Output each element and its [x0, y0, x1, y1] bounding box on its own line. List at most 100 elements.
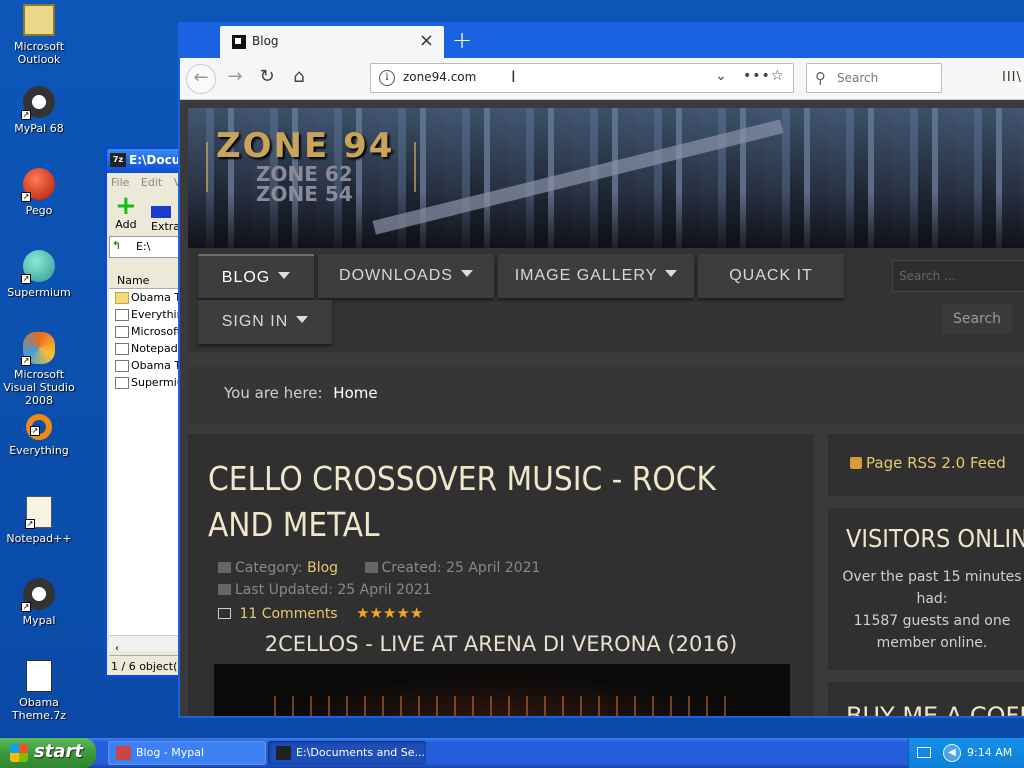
- tab-blog[interactable]: Blog ×: [220, 26, 444, 58]
- nav-label: SIGN IN: [221, 313, 289, 330]
- rss-link[interactable]: Page RSS 2.0 Feed: [850, 454, 1006, 472]
- reload-button[interactable]: ↻: [254, 66, 280, 87]
- desktop-icon-label: Microsoft Outlook: [13, 40, 65, 66]
- page-actions-icon[interactable]: •••: [743, 68, 771, 84]
- logo-sub-line-1: ZONE 62: [256, 162, 353, 186]
- search-icon: ⚲: [815, 69, 826, 87]
- address-value: E:\: [136, 240, 151, 253]
- nav-item-quack-it[interactable]: QUACK IT: [698, 254, 844, 298]
- add-label: Add: [115, 218, 137, 231]
- category-link[interactable]: Blog: [307, 560, 338, 576]
- desktop-icon-notepadpp[interactable]: ↗ Notepad++: [0, 496, 78, 545]
- new-tab-button[interactable]: +: [452, 26, 472, 54]
- close-tab-icon[interactable]: ×: [419, 30, 434, 51]
- chevron-down-icon[interactable]: ⌄: [715, 68, 727, 84]
- caret-down-icon: [665, 270, 678, 277]
- desktop-icon-outlook[interactable]: Microsoft Outlook: [0, 4, 78, 66]
- back-button[interactable]: ←: [186, 64, 216, 94]
- desktop-icon-supermium[interactable]: ↗ Supermium: [0, 250, 78, 299]
- bookmark-star-icon[interactable]: ☆: [771, 68, 784, 84]
- nav-label: BLOG: [221, 269, 271, 286]
- file-icon: [115, 343, 129, 355]
- rating-stars[interactable]: ★★★★★: [356, 604, 423, 622]
- forward-button[interactable]: →: [222, 66, 248, 87]
- site-banner[interactable]: ZONE 94 ZONE 62 ZONE 54: [188, 108, 1024, 248]
- desktop-icon-obama-theme[interactable]: Obama Theme.7z: [0, 660, 78, 722]
- supermium-icon: ↗: [21, 250, 55, 284]
- taskbar: start Blog - Mypal E:\Documents and Se..…: [0, 738, 1024, 768]
- url-bar[interactable]: i zone94.com I ⌄ ••• ☆: [370, 63, 794, 93]
- visual-studio-icon: ↗: [21, 332, 55, 366]
- file-icon: [115, 377, 129, 389]
- add-button[interactable]: + Add: [115, 193, 137, 231]
- desktop-icon-label: MyPal 68: [14, 122, 64, 135]
- nav-item-sign-in[interactable]: SIGN IN: [198, 300, 332, 344]
- breadcrumb-home[interactable]: Home: [333, 384, 377, 402]
- site-nav: BLOG DOWNLOADS IMAGE GALLERY QUACK IT SI…: [188, 248, 1024, 352]
- browser-search-field[interactable]: ⚲ Search: [806, 63, 942, 93]
- site-search-input[interactable]: Search ...: [892, 260, 1024, 292]
- article-meta-line-1: Category: Blog Created: 25 April 2021: [218, 560, 540, 576]
- menu-edit[interactable]: Edit: [141, 176, 162, 189]
- desktop-icon-visual-studio[interactable]: ↗ Microsoft Visual Studio 2008: [0, 332, 78, 407]
- windows-flag-icon: [10, 744, 28, 762]
- raccoon-icon: ↗: [21, 578, 55, 612]
- clock[interactable]: 9:14 AM: [967, 746, 1012, 759]
- nav-item-blog[interactable]: BLOG: [198, 254, 314, 298]
- menu-file[interactable]: File: [111, 176, 129, 189]
- nav-label: QUACK IT: [729, 267, 813, 284]
- search-placeholder: Search: [837, 71, 879, 85]
- article: CELLO CROSSOVER MUSIC - ROCK AND METAL C…: [188, 434, 814, 716]
- desktop-icon-label: Supermium: [7, 286, 71, 299]
- volume-icon[interactable]: ◀: [943, 744, 961, 762]
- 7zip-icon: [276, 746, 291, 760]
- breadcrumb: You are here: Home: [188, 366, 1024, 424]
- desktop-icon-pego[interactable]: ↗ Pego: [0, 168, 78, 217]
- visitors-text: Over the past 15 minutes had: 11587 gues…: [842, 569, 1022, 651]
- up-folder-icon[interactable]: ↰: [112, 239, 121, 252]
- nav-label: IMAGE GALLERY: [514, 267, 658, 284]
- start-label: start: [34, 741, 83, 762]
- system-tray: ◀ 9:14 AM: [908, 738, 1024, 768]
- info-icon[interactable]: i: [379, 70, 395, 86]
- comments-link[interactable]: 11 Comments: [239, 606, 337, 622]
- site-logo[interactable]: ZONE 94: [216, 126, 394, 166]
- updated-date: Last Updated: 25 April 2021: [235, 582, 432, 598]
- 7zip-icon: 7z: [110, 153, 126, 167]
- library-icon[interactable]: III\: [1002, 70, 1022, 85]
- archive-icon: [26, 660, 52, 692]
- rss-module: Page RSS 2.0 Feed: [828, 434, 1024, 496]
- home-button[interactable]: ⌂: [286, 66, 312, 87]
- desktop-icon-mypal[interactable]: ↗ Mypal: [0, 578, 78, 627]
- extract-button[interactable]: Extra: [151, 194, 180, 233]
- nav-item-downloads[interactable]: DOWNLOADS: [318, 254, 494, 298]
- start-button[interactable]: start: [0, 738, 96, 768]
- caret-down-icon: [296, 316, 309, 323]
- created-date: Created: 25 April 2021: [381, 560, 541, 576]
- article-title[interactable]: CELLO CROSSOVER MUSIC - ROCK AND METAL: [208, 456, 768, 548]
- web-page: ZONE 94 ZONE 62 ZONE 54 BLOG DOWNLOADS I…: [180, 100, 1024, 716]
- nav-item-image-gallery[interactable]: IMAGE GALLERY: [498, 254, 694, 298]
- buy-me-coffee-module: BUY ME A COFFEE: [828, 682, 1024, 716]
- site-search-button[interactable]: Search: [942, 304, 1012, 334]
- video-player[interactable]: [214, 664, 790, 716]
- desktop-icon-label: Everything: [9, 444, 69, 457]
- folder-icon: [115, 292, 129, 304]
- nav-label: DOWNLOADS: [339, 267, 453, 284]
- desktop-icon-label: Pego: [25, 204, 53, 217]
- file-icon: [115, 360, 129, 372]
- folder-icon: [218, 562, 231, 573]
- navigation-toolbar: ← → ↻ ⌂ i zone94.com I ⌄ ••• ☆ ⚲ Search …: [180, 58, 1024, 100]
- keyboard-icon[interactable]: [917, 747, 931, 758]
- desktop-icon-everything[interactable]: ↗ Everything: [0, 414, 78, 457]
- desktop-icon-label: Microsoft Visual Studio 2008: [3, 368, 75, 407]
- taskbar-item-7zip[interactable]: E:\Documents and Se...: [268, 741, 426, 765]
- task-label: E:\Documents and Se...: [296, 746, 426, 759]
- url-text: zone94.com: [403, 70, 477, 84]
- file-icon: [115, 309, 129, 321]
- video-frame: [274, 696, 734, 716]
- desktop-icon-mypal68[interactable]: ↗ MyPal 68: [0, 86, 78, 135]
- outlook-icon: [23, 4, 55, 36]
- taskbar-item-blog[interactable]: Blog - Mypal: [108, 741, 266, 765]
- browser-window[interactable]: Blog × + ← → ↻ ⌂ i zone94.com I ⌄ ••• ☆ …: [178, 22, 1024, 718]
